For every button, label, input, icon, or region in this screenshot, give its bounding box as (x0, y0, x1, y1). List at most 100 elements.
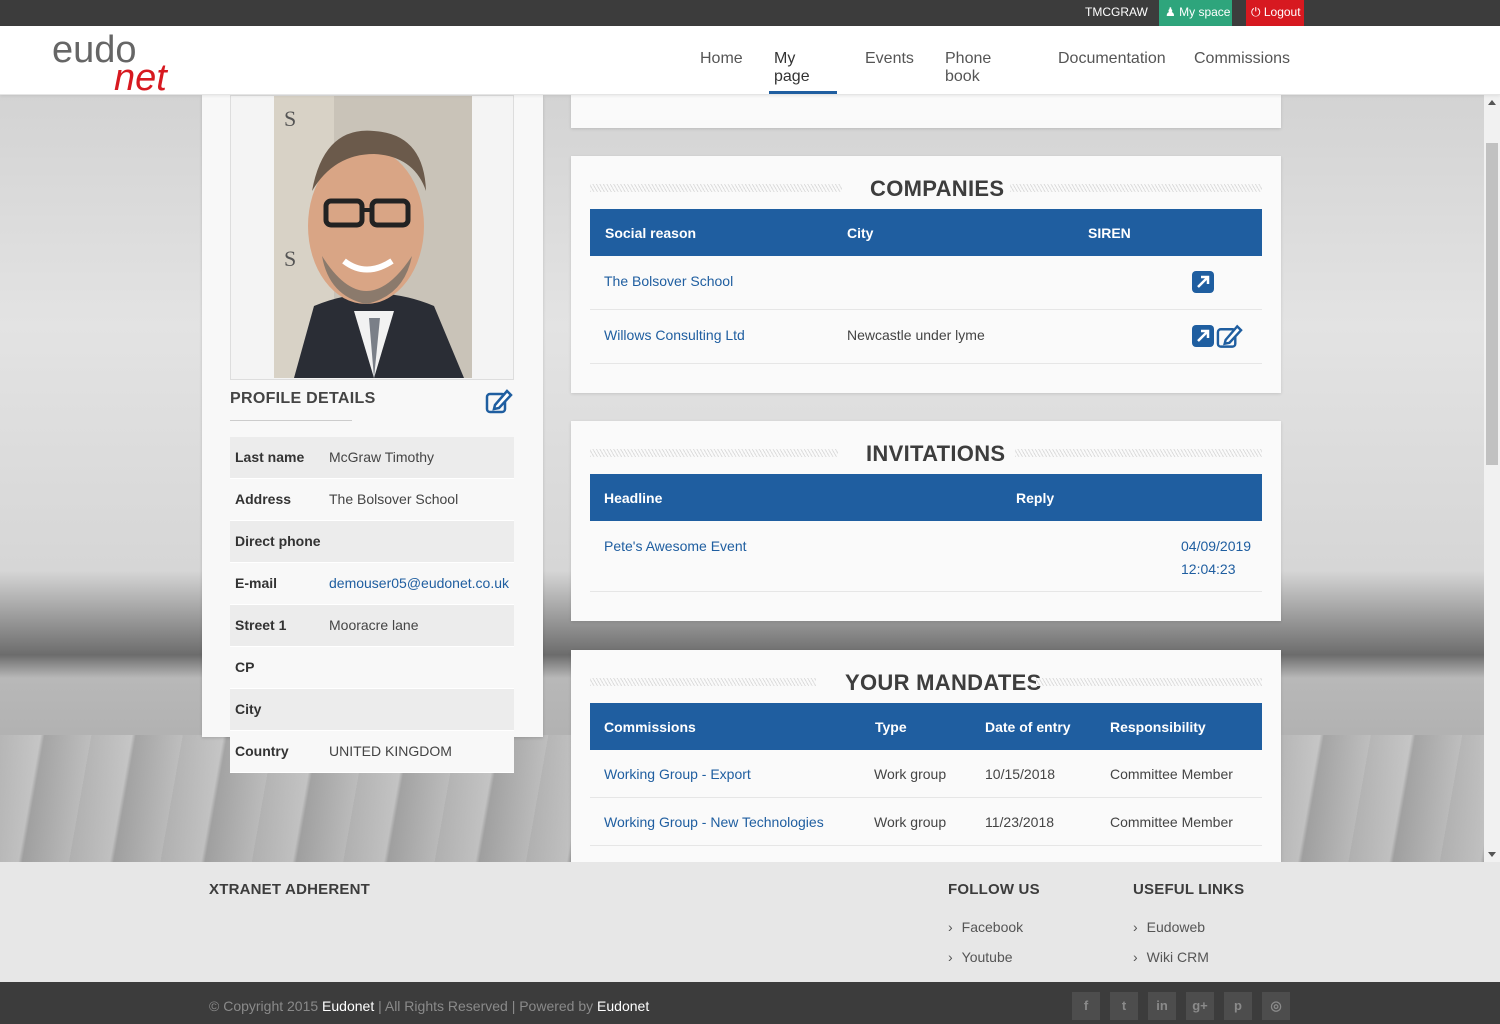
mandates-table-header: Commissions Type Date of entry Responsib… (590, 703, 1262, 750)
field-label: City (235, 701, 262, 717)
title-decoration-right (1036, 678, 1262, 686)
commission-type: Work group (874, 766, 947, 782)
invitation-reply-date[interactable]: 04/09/2019 (1181, 538, 1251, 554)
copyright-prefix: © Copyright 2015 (209, 998, 319, 1014)
footer-xtranet-title: XTRANET ADHERENT (209, 881, 370, 898)
profile-row-cp: CP (230, 647, 514, 689)
commission-responsibility: Committee Member (1110, 766, 1233, 782)
title-decoration-left (590, 184, 842, 192)
companies-title: COMPANIES (870, 176, 1005, 201)
power-icon: ⏻ (1251, 5, 1261, 19)
column-header[interactable]: Reply (1016, 490, 1054, 506)
nav-documentation[interactable]: Documentation (1058, 50, 1166, 68)
open-link-icon[interactable] (1191, 324, 1215, 348)
profile-row-address: Address The Bolsover School (230, 479, 514, 521)
invitations-table-header: Headline Reply (590, 474, 1262, 521)
companies-table-header: Social reason City SIREN (590, 209, 1262, 256)
commission-type: Work group (874, 814, 947, 830)
footer-link-youtube[interactable]: Youtube (948, 949, 1013, 965)
svg-text:S: S (284, 106, 296, 131)
previous-section-card (571, 95, 1281, 128)
column-header[interactable]: City (847, 225, 873, 241)
logout-button[interactable]: ⏻ Logout (1246, 0, 1304, 26)
profile-card: S S PROFILE DETAILS Last name McGraw Tim… (202, 95, 543, 773)
copyright-bar: © Copyright 2015 Eudonet | All Rights Re… (0, 982, 1500, 1024)
table-row: Working Group - Export Work group 10/15/… (590, 750, 1262, 798)
commission-link[interactable]: Working Group - Export (604, 766, 751, 782)
column-header[interactable]: Type (875, 719, 907, 735)
field-label: Last name (235, 449, 305, 465)
profile-row-street: Street 1 Mooracre lane (230, 605, 514, 647)
column-header[interactable]: Headline (604, 490, 662, 506)
edit-profile-icon[interactable] (485, 388, 513, 414)
column-header[interactable]: SIREN (1088, 225, 1131, 241)
svg-text:net: net (114, 57, 168, 92)
eudonet-logo[interactable]: eudo net (52, 28, 182, 92)
open-link-icon[interactable] (1191, 270, 1215, 294)
my-space-button[interactable]: ♟ My space (1159, 0, 1232, 26)
profile-row-email: E-mail demouser05@eudonet.co.uk (230, 563, 514, 605)
scrollbar-thumb[interactable] (1486, 143, 1498, 465)
twitter-icon[interactable]: t (1110, 992, 1138, 1020)
profile-details-table: Last name McGraw Timothy Address The Bol… (230, 437, 514, 773)
profile-details-title: PROFILE DETAILS (230, 390, 376, 407)
svg-text:S: S (284, 246, 296, 271)
user-icon: ♟ (1165, 5, 1176, 19)
invitation-reply-time[interactable]: 12:04:23 (1181, 561, 1236, 577)
nav-home[interactable]: Home (700, 50, 743, 68)
profile-photo: S S (274, 96, 472, 378)
footer-link-facebook[interactable]: Facebook (948, 919, 1023, 935)
company-link[interactable]: Willows Consulting Ltd (604, 327, 745, 343)
edit-icon[interactable] (1216, 323, 1243, 349)
field-label: Street 1 (235, 617, 287, 633)
footer-link-eudoweb[interactable]: Eudoweb (1133, 919, 1205, 935)
profile-row-country: Country UNITED KINGDOM (230, 731, 514, 773)
pinterest-icon[interactable]: p (1224, 992, 1252, 1020)
company-link[interactable]: The Bolsover School (604, 273, 733, 289)
commission-link[interactable]: Working Group - New Technologies (604, 814, 824, 830)
table-row: The Bolsover School (590, 256, 1262, 310)
nav-phone-book[interactable]: Phone book (945, 50, 991, 86)
table-row: Willows Consulting Ltd Newcastle under l… (590, 310, 1262, 364)
column-header[interactable]: Social reason (605, 225, 696, 241)
site-header: eudo net Home My page Events Phone book … (0, 26, 1500, 95)
facebook-icon[interactable]: f (1072, 992, 1100, 1020)
top-bar: TMCGRAW ♟ My space ⏻ Logout (0, 0, 1500, 26)
companies-section: COMPANIES Social reason City SIREN The B… (571, 156, 1281, 393)
username-label[interactable]: TMCGRAW (1085, 5, 1148, 19)
title-decoration-right (1010, 184, 1262, 192)
column-header[interactable]: Commissions (604, 719, 696, 735)
powered-by-link[interactable]: Eudonet (597, 998, 649, 1014)
dribbble-icon[interactable]: ◎ (1262, 992, 1290, 1020)
commission-date: 11/23/2018 (985, 814, 1055, 830)
field-label: E-mail (235, 575, 278, 591)
column-header[interactable]: Responsibility (1110, 719, 1206, 735)
field-label: Direct phone (235, 533, 321, 549)
email-link[interactable]: demouser05@eudonet.co.uk (329, 563, 514, 604)
scroll-down-arrow-icon[interactable] (1488, 852, 1496, 857)
invitations-section: INVITATIONS Headline Reply Pete's Awesom… (571, 421, 1281, 621)
commission-responsibility: Committee Member (1110, 814, 1233, 830)
invitations-title: INVITATIONS (866, 441, 1006, 466)
field-value (329, 689, 334, 730)
table-row: Working Group - New Technologies Work gr… (590, 798, 1262, 846)
profile-row-direct-phone: Direct phone (230, 521, 514, 563)
linkedin-icon[interactable]: in (1148, 992, 1176, 1020)
column-header[interactable]: Date of entry (985, 719, 1071, 735)
field-label: Address (235, 491, 292, 507)
title-decoration-left (590, 678, 816, 686)
scroll-up-arrow-icon[interactable] (1488, 100, 1496, 105)
title-decoration-right (1015, 449, 1262, 457)
eudonet-link[interactable]: Eudonet (322, 998, 374, 1014)
nav-events[interactable]: Events (865, 50, 914, 68)
invitation-link[interactable]: Pete's Awesome Event (604, 538, 747, 554)
copyright-text: © Copyright 2015 Eudonet | All Rights Re… (209, 998, 649, 1014)
footer-link-wiki-crm[interactable]: Wiki CRM (1133, 949, 1209, 965)
footer-useful-links-title: USEFUL LINKS (1133, 881, 1245, 898)
nav-commissions[interactable]: Commissions (1194, 50, 1290, 68)
vertical-scrollbar[interactable] (1484, 95, 1500, 862)
nav-my-page[interactable]: My page (774, 50, 810, 86)
google-plus-icon[interactable]: g+ (1186, 992, 1214, 1020)
nav-active-indicator (769, 91, 837, 94)
field-label: Country (235, 743, 289, 759)
